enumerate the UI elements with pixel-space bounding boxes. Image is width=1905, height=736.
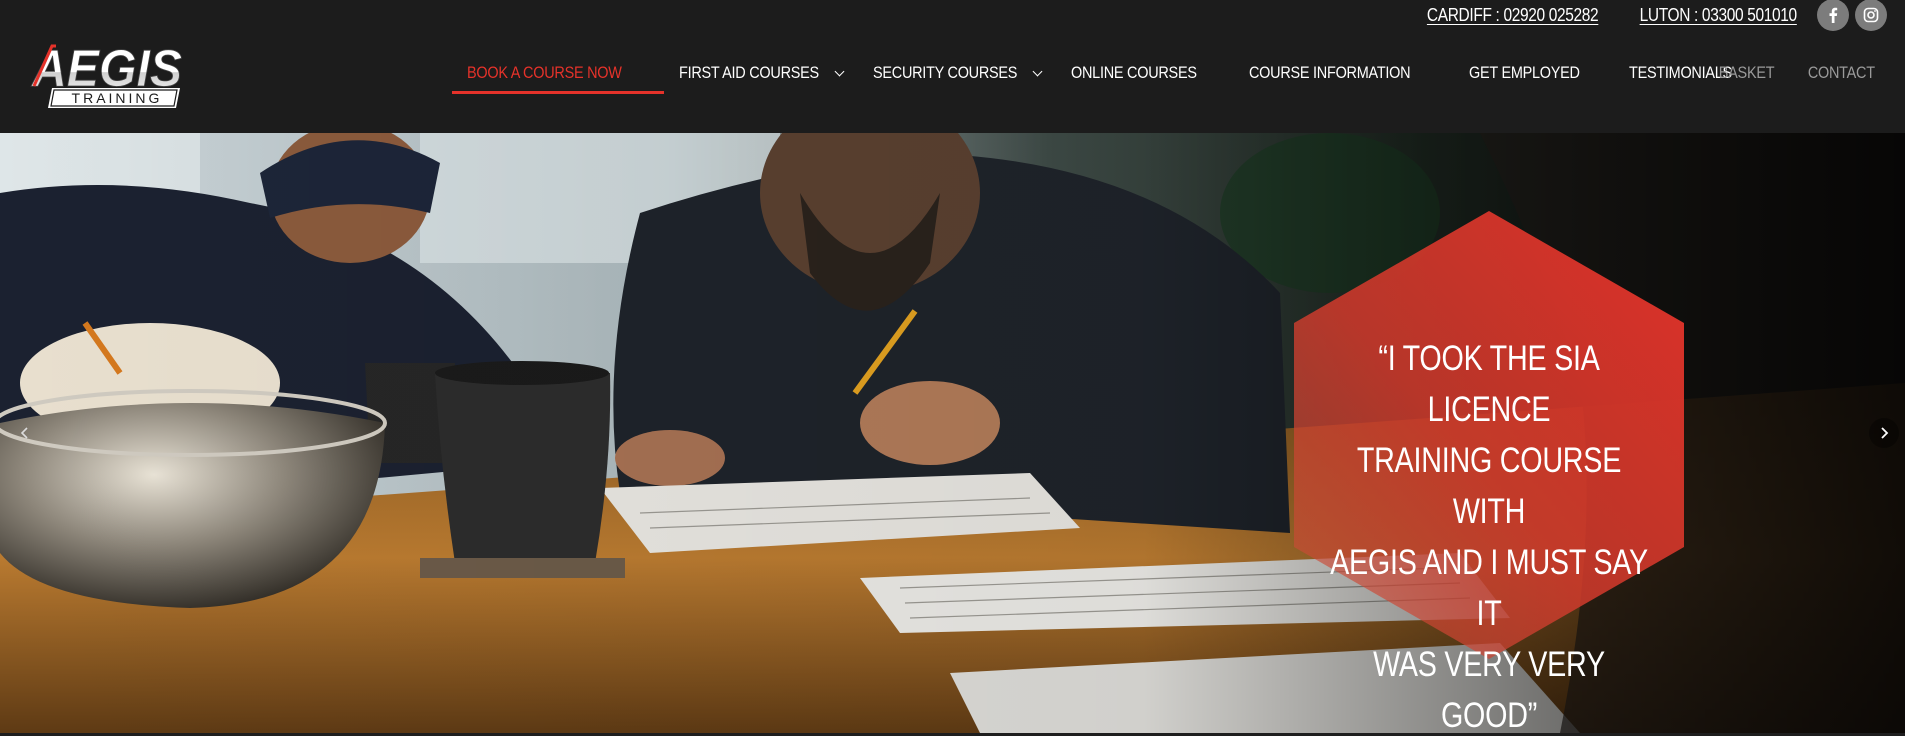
social-links — [1817, 0, 1887, 31]
contact-link[interactable]: CONTACT — [1808, 63, 1875, 83]
main-navigation: BOOK A COURSE NOW FIRST AID COURSES SECU… — [452, 58, 1765, 94]
chevron-right-icon — [1881, 427, 1889, 439]
quote-line-3: AEGIS AND I MUST SAY IT — [1330, 543, 1648, 633]
testimonial-quote: “I TOOK THE SIA LICENCE TRAINING COURSE … — [1294, 333, 1684, 733]
utility-links: BASKET CONTACT — [1709, 63, 1876, 83]
slider-next-button[interactable] — [1869, 418, 1899, 448]
instagram-icon[interactable] — [1855, 0, 1887, 31]
top-contact-bar: CARDIFF : 02920 025282 LUTON : 03300 501… — [1399, 0, 1887, 31]
facebook-icon[interactable] — [1817, 0, 1849, 31]
basket-link[interactable]: BASKET — [1719, 63, 1775, 83]
hero-slider: “I TOOK THE SIA LICENCE TRAINING COURSE … — [0, 133, 1905, 733]
luton-phone-link[interactable]: LUTON : 03300 501010 — [1640, 5, 1798, 26]
slider-prev-button[interactable] — [10, 418, 40, 448]
quote-line-1: “I TOOK THE SIA LICENCE — [1378, 339, 1600, 429]
nav-security-courses[interactable]: SECURITY COURSES — [858, 58, 1057, 88]
svg-text:AEGIS: AEGIS — [30, 40, 182, 98]
nav-online-courses[interactable]: ONLINE COURSES — [1056, 58, 1234, 88]
aegis-training-logo[interactable]: TRAINING AEGIS — [30, 38, 185, 108]
nav-first-aid-courses[interactable]: FIRST AID COURSES — [664, 58, 858, 88]
quote-line-4: WAS VERY VERY GOOD” — [1373, 645, 1605, 733]
site-header: CARDIFF : 02920 025282 LUTON : 03300 501… — [0, 0, 1905, 133]
quote-line-2: TRAINING COURSE WITH — [1356, 441, 1622, 531]
nav-book-a-course-now[interactable]: BOOK A COURSE NOW — [452, 58, 664, 94]
nav-course-information[interactable]: COURSE INFORMATION — [1234, 58, 1454, 88]
cardiff-phone-link[interactable]: CARDIFF : 02920 025282 — [1427, 5, 1599, 26]
chevron-down-icon — [1032, 66, 1043, 76]
chevron-down-icon — [834, 66, 845, 76]
nav-get-employed[interactable]: GET EMPLOYED — [1454, 58, 1614, 88]
chevron-left-icon — [20, 427, 28, 439]
